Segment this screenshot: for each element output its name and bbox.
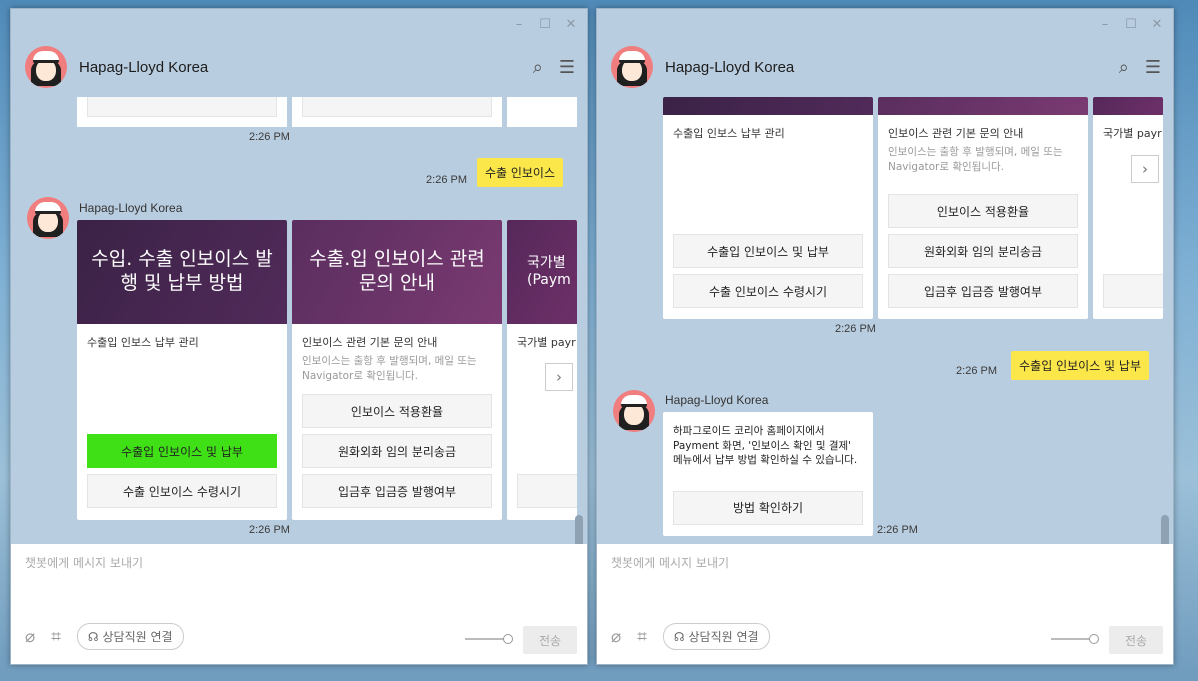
close-icon[interactable]: ✕ [565,17,577,32]
sender-name: Hapag-Lloyd Korea [665,393,769,407]
carousel-card: 수출.입 인보이스 관련 문의 안내 인보이스 관련 기본 문의 안내 인보이스… [292,220,502,520]
agent-connect-button[interactable]: ☊ 상담직원 연결 [662,623,770,650]
card-banner: 수출.입 인보이스 관련 문의 안내 [292,220,502,324]
scrollbar[interactable] [1161,515,1169,547]
send-button[interactable]: 전송 [1109,626,1163,654]
menu-icon[interactable]: ☰ [559,57,575,78]
timestamp: 2:26 PM [956,365,997,377]
card-button[interactable]: 원화외화 임의 분리송금 [302,434,492,468]
card-banner [878,97,1088,115]
card-title: 수출입 인보스 납부 관리 [87,336,199,349]
maximize-icon[interactable]: ☐ [539,17,551,32]
send-button[interactable]: 전송 [523,626,577,654]
chevron-right-icon[interactable]: › [1131,155,1159,183]
card-button[interactable]: 인보이스 적용환율 [302,394,492,428]
card-title: 인보이스 관련 기본 문의 안내 [302,336,438,349]
attach-icon[interactable]: ⌀ [611,627,621,647]
menu-icon[interactable]: ☰ [1145,57,1161,78]
agent-connect-button[interactable]: ☊ 상담직원 연결 [76,623,184,650]
message-input-area: 챗봇에게 메시지 보내기 ⌀ ⌗ ☊ 상담직원 연결 전송 [11,544,587,664]
card-button[interactable]: 수출입 인보이스 및 납부 [673,234,863,268]
card-button[interactable]: 입금후 입금증 발행여부 [888,274,1078,308]
agent-connect-label: 상담직원 연결 [688,630,759,644]
message-input[interactable]: 챗봇에게 메시지 보내기 [25,554,143,571]
card-partial [77,97,287,127]
chat-window-left: – ☐ ✕ Hapag-Lloyd Korea ⌕ ☰ 2:26 PM 수출 인… [10,8,588,665]
scrollbar[interactable] [575,515,583,547]
headset-icon: ☊ [87,629,99,644]
card-button[interactable]: 수출 인보이스 수령시기 [673,274,863,308]
search-icon[interactable]: ⌕ [533,57,543,78]
chat-header: Hapag-Lloyd Korea ⌕ ☰ [25,45,575,89]
card-title: 국가별 payr [517,336,576,349]
timestamp: 2:26 PM [877,524,918,536]
avatar [613,390,655,432]
sender-name: Hapag-Lloyd Korea [79,201,183,215]
timestamp: 2:26 PM [835,323,876,335]
chat-title: Hapag-Lloyd Korea [79,58,209,76]
avatar [25,46,67,88]
card-title: 수출입 인보스 납부 관리 [673,127,785,140]
toggle-slider[interactable] [1051,634,1099,644]
method-check-button[interactable]: 방법 확인하기 [673,491,863,525]
headset-icon: ☊ [673,629,685,644]
carousel-card: 수입. 수출 인보이스 발행 및 납부 방법 수출입 인보스 납부 관리 수출입… [77,220,287,520]
attach-icon[interactable]: ⌀ [25,627,35,647]
card-button[interactable]: 수출 인보이스 수령시기 [87,474,277,508]
card-partial [507,97,577,127]
card-description: 인보이스는 출항 후 발행되며, 메일 또는 Navigator로 확인됩니다. [302,355,477,383]
timestamp: 2:26 PM [249,524,290,536]
chevron-right-icon[interactable]: › [545,363,573,391]
chat-area[interactable]: 수출입 인보스 납부 관리 수출입 인보이스 및 납부 수출 인보이스 수령시기… [597,97,1173,547]
card-banner [1093,97,1163,115]
card-button[interactable]: 입금후 입금증 발행여부 [302,474,492,508]
card-title: 국가별 payr [1103,127,1162,140]
window-controls: – ☐ ✕ [513,17,577,32]
carousel-card: 수출입 인보스 납부 관리 수출입 인보이스 및 납부 수출 인보이스 수령시기 [663,97,873,319]
card-description: 인보이스는 출항 후 발행되며, 메일 또는 Navigator로 확인됩니다. [888,146,1063,174]
maximize-icon[interactable]: ☐ [1125,17,1137,32]
carousel-card: 인보이스 관련 기본 문의 안내 인보이스는 출항 후 발행되며, 메일 또는 … [878,97,1088,319]
card-button[interactable]: 인보이스 적용환율 [888,194,1078,228]
bot-message: 하파그로이드 코리아 홈페이지에서 Payment 화면, '인보이스 확인 및… [663,412,873,536]
card-button[interactable]: 수출입 인보이스 및 납부 [87,434,277,468]
message-input-area: 챗봇에게 메시지 보내기 ⌀ ⌗ ☊ 상담직원 연결 전송 [597,544,1173,664]
bot-message-text: 하파그로이드 코리아 홈페이지에서 Payment 화면, '인보이스 확인 및… [673,425,858,467]
chat-window-right: – ☐ ✕ Hapag-Lloyd Korea ⌕ ☰ 수출입 인보스 납부 관… [596,8,1174,665]
chat-header: Hapag-Lloyd Korea ⌕ ☰ [611,45,1161,89]
chat-area[interactable]: 2:26 PM 수출 인보이스 2:26 PM Hapag-Lloyd Kore… [11,97,587,547]
chat-title: Hapag-Lloyd Korea [665,58,795,76]
card-button[interactable] [517,474,577,508]
window-controls: – ☐ ✕ [1099,17,1163,32]
crop-icon[interactable]: ⌗ [51,627,61,647]
user-message: 수출입 인보이스 및 납부 [1011,351,1149,380]
card-title: 인보이스 관련 기본 문의 안내 [888,127,1024,140]
card-banner: 수입. 수출 인보이스 발행 및 납부 방법 [77,220,287,324]
card-banner [663,97,873,115]
agent-connect-label: 상담직원 연결 [102,630,173,644]
toggle-slider[interactable] [465,634,513,644]
close-icon[interactable]: ✕ [1151,17,1163,32]
card-partial [292,97,502,127]
avatar [27,197,69,239]
crop-icon[interactable]: ⌗ [637,627,647,647]
minimize-icon[interactable]: – [513,17,525,32]
card-banner: 국가별 (Paym [507,220,577,324]
timestamp: 2:26 PM [426,174,467,186]
timestamp: 2:26 PM [249,131,290,143]
user-message: 수출 인보이스 [476,158,563,187]
search-icon[interactable]: ⌕ [1119,57,1129,78]
avatar [611,46,653,88]
card-button[interactable] [1103,274,1163,308]
message-input[interactable]: 챗봇에게 메시지 보내기 [611,554,729,571]
carousel-card: 국가별 payr [1093,97,1163,319]
card-button[interactable]: 원화외화 임의 분리송금 [888,234,1078,268]
minimize-icon[interactable]: – [1099,17,1111,32]
